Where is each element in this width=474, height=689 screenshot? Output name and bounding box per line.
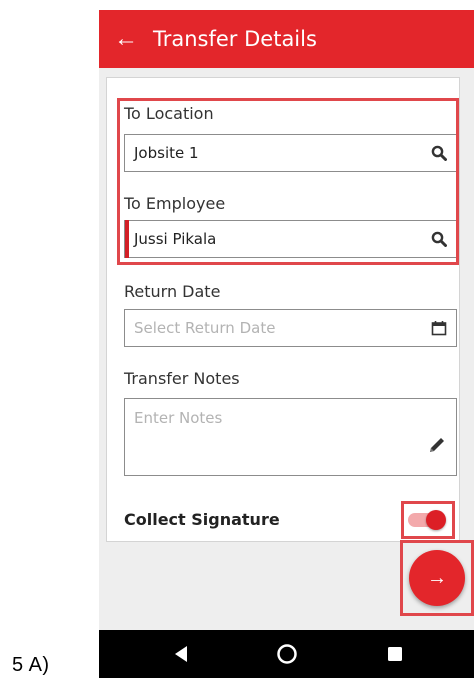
- transfer-notes-placeholder: Enter Notes: [134, 409, 223, 427]
- recents-icon[interactable]: [365, 630, 425, 678]
- search-icon[interactable]: [422, 145, 456, 161]
- transfer-notes-field[interactable]: Enter Notes: [124, 398, 457, 476]
- return-date-label: Return Date: [124, 282, 221, 301]
- to-location-value: Jobsite 1: [134, 144, 199, 162]
- return-date-field[interactable]: Select Return Date: [124, 309, 457, 347]
- collect-signature-toggle[interactable]: [402, 505, 452, 535]
- next-button-highlight: →: [400, 540, 474, 616]
- pencil-icon[interactable]: [427, 435, 447, 460]
- back-icon[interactable]: [151, 630, 211, 678]
- search-icon[interactable]: [422, 231, 456, 247]
- to-employee-label: To Employee: [124, 194, 226, 213]
- transfer-notes-label: Transfer Notes: [124, 369, 240, 388]
- next-button[interactable]: →: [409, 550, 465, 606]
- return-date-placeholder: Select Return Date: [134, 319, 276, 337]
- to-location-label: To Location: [124, 104, 214, 123]
- app-bar: ← Transfer Details: [99, 10, 474, 68]
- to-employee-value: Jussi Pikala: [134, 230, 217, 248]
- to-location-field[interactable]: Jobsite 1: [124, 134, 457, 172]
- selection-indicator-bar: [125, 220, 129, 258]
- figure-caption: 5 A): [12, 654, 50, 676]
- toggle-thumb: [426, 510, 446, 530]
- collect-signature-label: Collect Signature: [124, 510, 280, 529]
- page-title: Transfer Details: [153, 27, 317, 51]
- android-nav-bar: [99, 630, 474, 678]
- calendar-icon[interactable]: [422, 320, 456, 336]
- to-employee-field[interactable]: Jussi Pikala: [124, 220, 457, 258]
- back-arrow-icon[interactable]: ←: [99, 25, 153, 53]
- phone-screen: ← Transfer Details To Location Jobsite 1…: [99, 10, 474, 678]
- transfer-form-card: To Location Jobsite 1 To Employee Jussi …: [106, 77, 460, 542]
- home-icon[interactable]: [257, 630, 317, 678]
